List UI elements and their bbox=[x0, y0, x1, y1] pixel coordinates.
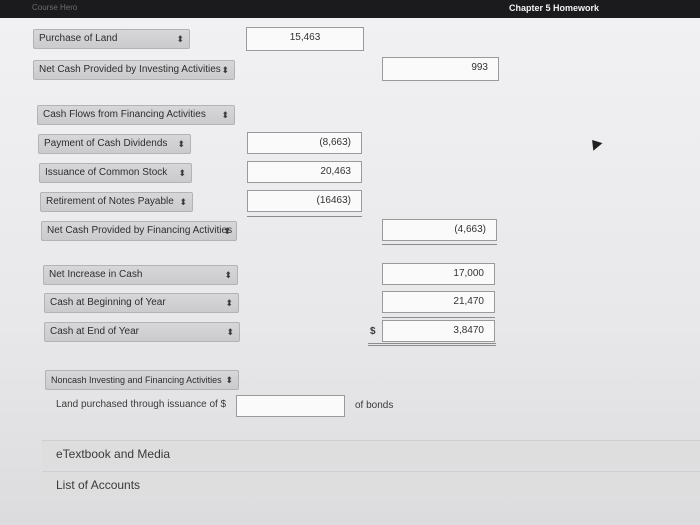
total-underline bbox=[382, 244, 497, 245]
line-item-select-notes-payable[interactable]: Retirement of Notes Payable ⬍ bbox=[40, 192, 193, 212]
line-item-select-net-investing[interactable]: Net Cash Provided by Investing Activitie… bbox=[33, 60, 235, 80]
total-input-net-investing[interactable]: 993 bbox=[382, 57, 499, 81]
select-arrows-icon: ⬍ bbox=[221, 110, 229, 120]
section-select-noncash-activities[interactable]: Noncash Investing and Financing Activiti… bbox=[45, 370, 239, 390]
total-input-cash-end[interactable]: 3,8470 bbox=[382, 320, 495, 342]
double-underline bbox=[368, 343, 496, 346]
dollar-sign: $ bbox=[370, 326, 376, 337]
etextbook-link[interactable]: eTextbook and Media bbox=[56, 447, 170, 461]
line-item-select-cash-beginning[interactable]: Cash at Beginning of Year ⬍ bbox=[44, 293, 239, 313]
amount-input-purchase-of-land[interactable]: 15,463 bbox=[246, 27, 364, 51]
list-of-accounts-link[interactable]: List of Accounts bbox=[56, 478, 140, 492]
select-arrows-icon: ⬍ bbox=[226, 327, 234, 337]
select-label: Retirement of Notes Payable bbox=[46, 196, 174, 207]
select-label: Cash Flows from Financing Activities bbox=[43, 109, 206, 120]
select-label: Cash at End of Year bbox=[50, 326, 139, 337]
top-bar: Course Hero Chapter 5 Homework bbox=[0, 0, 700, 18]
select-label: Issuance of Common Stock bbox=[45, 167, 168, 178]
page-title: Chapter 5 Homework bbox=[509, 3, 600, 13]
select-arrows-icon: ⬍ bbox=[225, 298, 233, 308]
noncash-sentence-suffix: of bonds bbox=[355, 400, 394, 411]
select-label: Payment of Cash Dividends bbox=[44, 138, 168, 149]
subtotal-underline bbox=[247, 216, 362, 217]
select-arrows-icon: ⬍ bbox=[224, 270, 232, 280]
line-item-select-cash-end[interactable]: Cash at End of Year ⬍ bbox=[44, 322, 240, 342]
list-of-accounts-panel[interactable]: List of Accounts bbox=[42, 471, 700, 499]
select-label: Net Increase in Cash bbox=[49, 269, 143, 280]
total-input-cash-beginning[interactable]: 21,470 bbox=[382, 291, 495, 313]
line-item-select-net-increase[interactable]: Net Increase in Cash ⬍ bbox=[43, 265, 238, 285]
site-watermark: Course Hero bbox=[32, 3, 78, 12]
select-label: Noncash Investing and Financing Activiti… bbox=[51, 375, 222, 385]
select-arrows-icon: ⬍ bbox=[225, 375, 233, 385]
select-label: Purchase of Land bbox=[39, 33, 118, 44]
select-arrows-icon: ⬍ bbox=[179, 197, 187, 207]
line-item-select-purchase-of-land[interactable]: Purchase of Land ⬍ bbox=[33, 29, 190, 49]
etextbook-panel[interactable]: eTextbook and Media bbox=[42, 440, 700, 468]
total-input-net-financing[interactable]: (4,663) bbox=[382, 219, 497, 241]
select-label: Net Cash Provided by Financing Activitie… bbox=[47, 225, 233, 236]
select-arrows-icon: ⬍ bbox=[221, 65, 229, 75]
select-arrows-icon: ⬍ bbox=[223, 226, 231, 236]
total-input-net-increase[interactable]: 17,000 bbox=[382, 263, 495, 285]
select-label: Net Cash Provided by Investing Activitie… bbox=[39, 64, 221, 75]
line-item-select-common-stock[interactable]: Issuance of Common Stock ⬍ bbox=[39, 163, 192, 183]
select-arrows-icon: ⬍ bbox=[177, 139, 185, 149]
amount-input-common-stock[interactable]: 20,463 bbox=[247, 161, 362, 183]
amount-input-cash-dividends[interactable]: (8,663) bbox=[247, 132, 362, 154]
select-label: Cash at Beginning of Year bbox=[50, 297, 166, 308]
line-item-select-net-financing[interactable]: Net Cash Provided by Financing Activitie… bbox=[41, 221, 237, 241]
bond-amount-input[interactable] bbox=[236, 395, 345, 417]
select-arrows-icon: ⬍ bbox=[176, 34, 184, 44]
select-arrows-icon: ⬍ bbox=[178, 168, 186, 178]
line-item-select-cash-dividends[interactable]: Payment of Cash Dividends ⬍ bbox=[38, 134, 191, 154]
noncash-sentence-prefix: Land purchased through issuance of $ bbox=[56, 399, 227, 410]
section-select-financing-activities[interactable]: Cash Flows from Financing Activities ⬍ bbox=[37, 105, 235, 125]
amount-input-notes-payable[interactable]: (16463) bbox=[247, 190, 362, 212]
sum-underline bbox=[382, 317, 495, 318]
